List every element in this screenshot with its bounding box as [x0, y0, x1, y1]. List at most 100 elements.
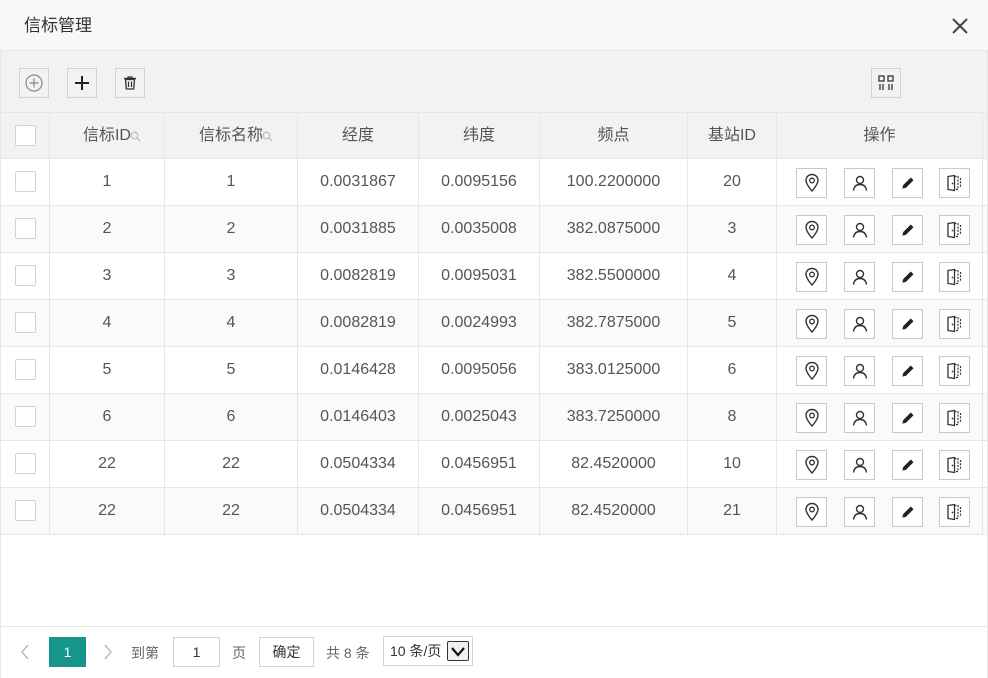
assign-user-button[interactable]	[844, 168, 875, 198]
row-checkbox[interactable]	[15, 500, 36, 521]
door-exit-icon	[946, 268, 964, 286]
locate-button[interactable]	[796, 309, 827, 339]
row-checkbox[interactable]	[15, 312, 36, 333]
assign-user-button[interactable]	[844, 497, 875, 527]
close-icon[interactable]	[948, 14, 972, 38]
cell-longitude: 0.0082819	[298, 253, 419, 299]
cell-beacon-id: 3	[50, 253, 165, 299]
header-frequency[interactable]: 频点	[540, 113, 688, 159]
locate-button[interactable]	[796, 262, 827, 292]
exit-button[interactable]	[939, 309, 970, 339]
row-checkbox-cell	[1, 394, 50, 440]
row-checkbox[interactable]	[15, 453, 36, 474]
page-size-select[interactable]: 10 条/页	[383, 636, 473, 666]
locate-button[interactable]	[796, 168, 827, 198]
search-icon[interactable]	[130, 131, 141, 142]
assign-user-button[interactable]	[844, 262, 875, 292]
header-station-id[interactable]: 基站ID	[688, 113, 777, 159]
cell-beacon-id: 22	[50, 488, 165, 534]
edit-button[interactable]	[892, 497, 923, 527]
edit-button[interactable]	[892, 215, 923, 245]
assign-user-button[interactable]	[844, 356, 875, 386]
edit-button[interactable]	[892, 403, 923, 433]
table-row[interactable]: 1 1 0.0031867 0.0095156 100.2200000 20	[1, 159, 987, 206]
table-row[interactable]: 3 3 0.0082819 0.0095031 382.5500000 4	[1, 253, 987, 300]
row-checkbox-cell	[1, 300, 50, 346]
locate-button[interactable]	[796, 215, 827, 245]
edit-button[interactable]	[892, 262, 923, 292]
user-icon	[851, 268, 869, 286]
goto-page-input[interactable]: 1	[173, 637, 220, 667]
dialog-titlebar: 信标管理	[0, 0, 988, 51]
table-row[interactable]: 6 6 0.0146403 0.0025043 383.7250000 8	[1, 394, 987, 441]
cell-beacon-id: 6	[50, 394, 165, 440]
location-icon	[803, 314, 821, 334]
exit-button[interactable]	[939, 356, 970, 386]
dropdown-arrow[interactable]	[447, 641, 469, 661]
confirm-button[interactable]: 确定	[259, 637, 314, 667]
row-checkbox[interactable]	[15, 359, 36, 380]
add-circle-button[interactable]	[19, 68, 49, 98]
table-row[interactable]: 22 22 0.0504334 0.0456951 82.4520000 10	[1, 441, 987, 488]
search-icon[interactable]	[262, 131, 273, 142]
pencil-icon	[900, 175, 916, 191]
door-exit-icon	[946, 456, 964, 474]
edit-button[interactable]	[892, 450, 923, 480]
cell-longitude: 0.0504334	[298, 441, 419, 487]
pencil-icon	[900, 316, 916, 332]
table-row[interactable]: 5 5 0.0146428 0.0095056 383.0125000 6	[1, 347, 987, 394]
assign-user-button[interactable]	[844, 403, 875, 433]
cell-latitude: 0.0456951	[419, 441, 540, 487]
row-checkbox[interactable]	[15, 171, 36, 192]
cell-frequency: 382.7875000	[540, 300, 688, 346]
exit-button[interactable]	[939, 215, 970, 245]
table-row[interactable]: 22 22 0.0504334 0.0456951 82.4520000 21	[1, 488, 987, 535]
cell-station-id: 21	[688, 488, 777, 534]
edit-button[interactable]	[892, 168, 923, 198]
table-row[interactable]: 2 2 0.0031885 0.0035008 382.0875000 3	[1, 206, 987, 253]
column-settings-button[interactable]	[871, 68, 901, 98]
cell-station-id: 10	[688, 441, 777, 487]
location-icon	[803, 455, 821, 475]
header-latitude[interactable]: 纬度	[419, 113, 540, 159]
next-page-icon[interactable]	[102, 643, 114, 661]
assign-user-button[interactable]	[844, 309, 875, 339]
row-checkbox[interactable]	[15, 265, 36, 286]
edit-button[interactable]	[892, 356, 923, 386]
header-beacon-name[interactable]: 信标名称	[165, 113, 298, 159]
exit-button[interactable]	[939, 450, 970, 480]
row-checkbox[interactable]	[15, 406, 36, 427]
edit-button[interactable]	[892, 309, 923, 339]
locate-button[interactable]	[796, 356, 827, 386]
assign-user-button[interactable]	[844, 215, 875, 245]
add-button[interactable]	[67, 68, 97, 98]
row-checkbox-cell	[1, 206, 50, 252]
locate-button[interactable]	[796, 497, 827, 527]
row-checkbox-cell	[1, 441, 50, 487]
header-longitude[interactable]: 经度	[298, 113, 419, 159]
delete-button[interactable]	[115, 68, 145, 98]
table-row[interactable]: 4 4 0.0082819 0.0024993 382.7875000 5	[1, 300, 987, 347]
exit-button[interactable]	[939, 168, 970, 198]
pencil-icon	[900, 363, 916, 379]
cell-longitude: 0.0082819	[298, 300, 419, 346]
page-unit-label: 页	[232, 645, 246, 661]
locate-button[interactable]	[796, 450, 827, 480]
cell-frequency: 382.5500000	[540, 253, 688, 299]
cell-beacon-id: 1	[50, 159, 165, 205]
exit-button[interactable]	[939, 497, 970, 527]
page-1-button[interactable]: 1	[49, 637, 86, 667]
select-all-checkbox[interactable]	[15, 125, 36, 146]
toolbar	[1, 51, 987, 113]
cell-latitude: 0.0025043	[419, 394, 540, 440]
pencil-icon	[900, 269, 916, 285]
assign-user-button[interactable]	[844, 450, 875, 480]
row-checkbox[interactable]	[15, 218, 36, 239]
exit-button[interactable]	[939, 403, 970, 433]
prev-page-icon[interactable]	[19, 643, 31, 661]
cell-longitude: 0.0031885	[298, 206, 419, 252]
header-label: 信标名称	[198, 127, 263, 144]
locate-button[interactable]	[796, 403, 827, 433]
exit-button[interactable]	[939, 262, 970, 292]
header-beacon-id[interactable]: 信标ID	[50, 113, 165, 159]
